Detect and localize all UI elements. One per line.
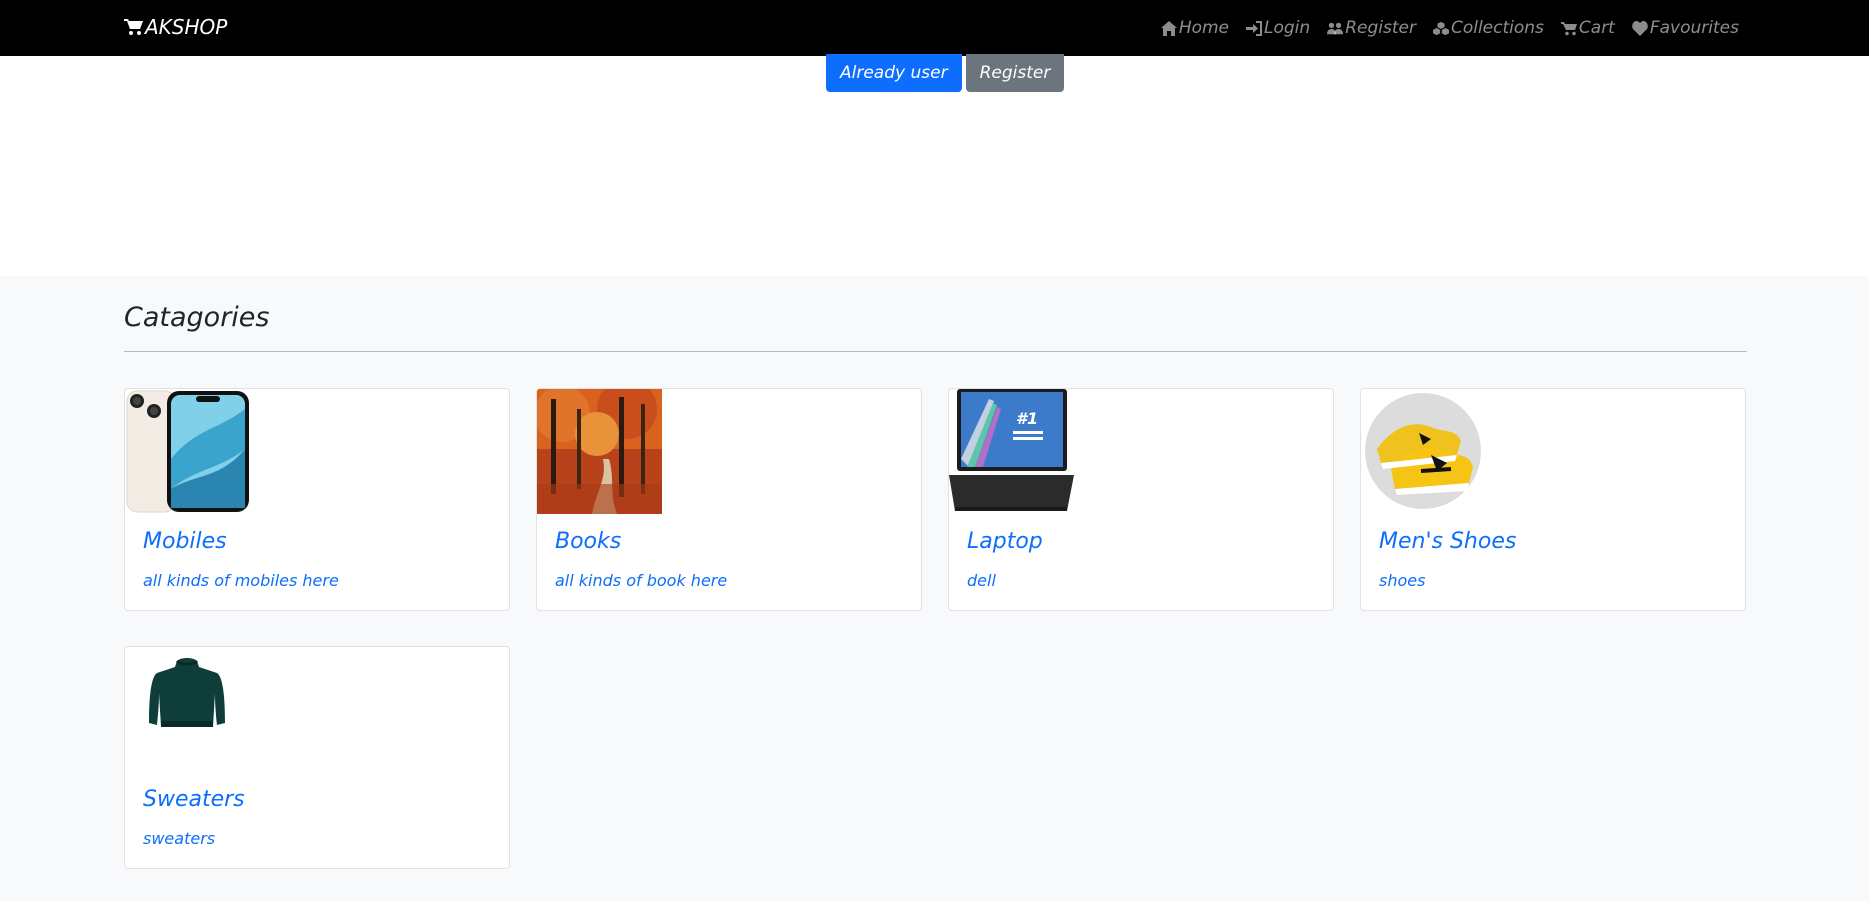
- nav-cart-label: Cart: [1578, 18, 1615, 38]
- hero-buttons: Already user Register: [826, 54, 1065, 92]
- category-title[interactable]: Laptop: [967, 529, 1043, 554]
- login-icon: [1246, 20, 1263, 36]
- register-button[interactable]: Register: [965, 54, 1065, 92]
- divider: [124, 351, 1747, 352]
- nav-home-label: Home: [1178, 18, 1230, 38]
- users-icon: [1327, 22, 1344, 34]
- category-description: all kinds of mobiles here: [143, 571, 339, 590]
- category-title[interactable]: Sweaters: [143, 787, 245, 812]
- category-card-mens-shoes[interactable]: Men's Shoes shoes: [1360, 388, 1746, 611]
- phone-image: [125, 389, 250, 514]
- category-description: sweaters: [143, 829, 216, 848]
- nav-home[interactable]: Home: [1160, 18, 1230, 38]
- laptop-image: #1: [949, 389, 1074, 514]
- nav-favourites-label: Favourites: [1649, 18, 1739, 38]
- navbar: AKSHOP Home Login Register Collections C…: [0, 0, 1869, 56]
- category-description: shoes: [1379, 571, 1426, 590]
- brand-name: AKSHOP: [145, 15, 228, 39]
- nav-register-label: Register: [1345, 18, 1416, 38]
- category-card-sweaters[interactable]: Sweaters sweaters: [124, 646, 510, 869]
- nav-cart[interactable]: Cart: [1560, 18, 1615, 38]
- category-description: dell: [967, 571, 996, 590]
- heart-icon: [1632, 20, 1648, 36]
- cubes-icon: [1432, 21, 1449, 35]
- sweater-image: [125, 647, 250, 772]
- nav-favourites[interactable]: Favourites: [1632, 18, 1739, 38]
- category-description: all kinds of book here: [555, 571, 728, 590]
- cart-icon: [124, 19, 143, 35]
- nav-register[interactable]: Register: [1327, 18, 1416, 38]
- nav-links: Home Login Register Collections Cart Fav…: [1160, 0, 1739, 56]
- category-card-books[interactable]: Books all kinds of book here: [536, 388, 922, 611]
- category-title[interactable]: Books: [555, 529, 621, 554]
- category-card-laptop[interactable]: #1 Laptop dell: [948, 388, 1334, 611]
- forest-image: [537, 389, 662, 514]
- nav-collections-label: Collections: [1450, 18, 1544, 38]
- shoes-image: [1361, 389, 1486, 514]
- categories-section: Catagories Mobiles all kinds of mobiles …: [0, 276, 1869, 901]
- category-card-mobiles[interactable]: Mobiles all kinds of mobiles here: [124, 388, 510, 611]
- svg-text:#1: #1: [1016, 409, 1038, 428]
- nav-login[interactable]: Login: [1246, 18, 1310, 38]
- nav-collections[interactable]: Collections: [1432, 18, 1544, 38]
- category-title[interactable]: Men's Shoes: [1379, 529, 1516, 554]
- brand-link[interactable]: AKSHOP: [124, 12, 227, 42]
- section-title: Catagories: [124, 302, 270, 333]
- home-icon: [1160, 20, 1177, 36]
- nav-login-label: Login: [1264, 18, 1311, 38]
- already-user-button[interactable]: Already user: [826, 54, 962, 92]
- category-title[interactable]: Mobiles: [143, 529, 227, 554]
- cart-icon: [1560, 21, 1577, 35]
